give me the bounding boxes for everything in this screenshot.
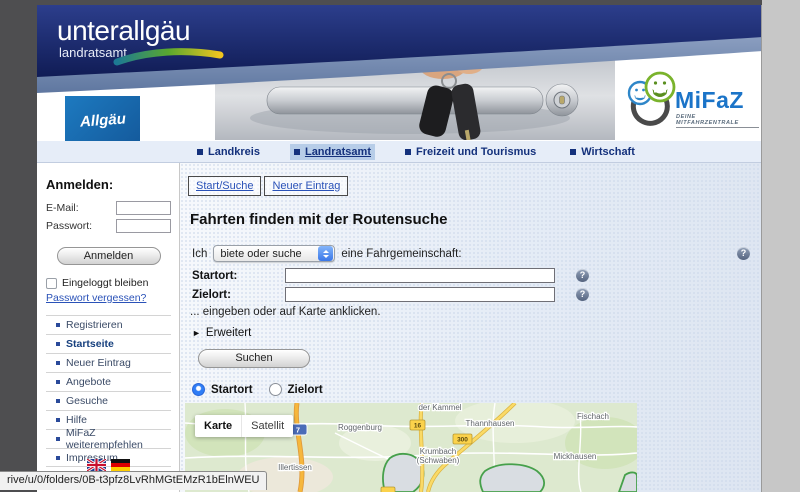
svg-text:7: 7 <box>296 426 300 435</box>
select-value: biete oder suche <box>214 248 318 260</box>
map-label-illertissen: Illertissen <box>278 463 312 472</box>
menu-bullet-icon <box>56 361 60 365</box>
menu-bullet-icon <box>56 437 60 441</box>
map-mode-radios: Startort Zielort <box>192 383 323 396</box>
offer-search-select[interactable]: biete oder suche <box>213 245 335 262</box>
select-stepper-icon <box>318 246 333 261</box>
menu-bullet-icon <box>56 399 60 403</box>
nav-bullet-icon <box>294 149 300 155</box>
zielort-help-icon[interactable]: ? <box>576 288 589 301</box>
expander-triangle-icon: ► <box>192 328 201 338</box>
sentence-prefix: Ich <box>192 248 207 260</box>
nav-item-landratsamt[interactable]: Landratsamt <box>290 144 375 160</box>
email-field[interactable] <box>116 201 171 215</box>
allgau-logo-label: Allgäu <box>79 110 126 130</box>
sidebar-item-angebote[interactable]: Angebote <box>46 372 171 391</box>
site-logo-title: unterallgäu <box>57 15 190 47</box>
search-button[interactable]: Suchen <box>198 349 310 368</box>
map-label-kammel: der Kammel <box>418 403 461 412</box>
mifaz-faces-icon <box>619 69 677 131</box>
route-300-shield-icon: 300 <box>453 434 472 444</box>
svg-text:300: 300 <box>457 437 468 444</box>
page-title: Fahrten finden mit der Routensuche <box>190 211 448 228</box>
tab-start-suche[interactable]: Start/Suche <box>188 176 261 196</box>
uk-flag-icon[interactable] <box>87 459 106 471</box>
tab-neuer-eintrag[interactable]: Neuer Eintrag <box>264 176 348 196</box>
sidebar-item-startseite[interactable]: Startseite <box>46 334 171 353</box>
stay-logged-in-label: Eingeloggt bleiben <box>62 277 148 289</box>
sentence-suffix: eine Fahrgemeinschaft: <box>341 248 461 260</box>
sidebar-menu: Registrieren Startseite Neuer Eintrag An… <box>46 315 171 467</box>
radio-zielort[interactable]: Zielort <box>269 383 323 396</box>
sidebar-item-gesuche[interactable]: Gesuche <box>46 391 171 410</box>
car-door-handle-photo <box>215 60 615 140</box>
nav-bullet-icon <box>405 149 411 155</box>
nav-item-freizeit-und-tourismus[interactable]: Freizeit und Tourismus <box>401 144 540 160</box>
map-label-roggenburg: Roggenburg <box>338 423 382 432</box>
map-label-krumbach-2: (Schwaben) <box>417 456 460 465</box>
mifaz-wordmark: MiFaZ <box>675 87 744 114</box>
forgot-password-link[interactable]: Passwort vergessen? <box>46 292 171 304</box>
sidebar-item-neuer-eintrag[interactable]: Neuer Eintrag <box>46 353 171 372</box>
route-16-shield-icon: 16 <box>410 420 425 430</box>
sidebar-item-mifaz-weiterempfehlen[interactable]: MiFaZ weiterempfehlen <box>46 429 171 448</box>
map-type-control: Karte Satellit <box>195 415 293 437</box>
map-satellit-button[interactable]: Satellit <box>241 415 293 437</box>
nav-bullet-icon <box>197 149 203 155</box>
radio-startort-icon <box>192 383 205 396</box>
content-tabs: Start/Suche Neuer Eintrag <box>188 176 348 196</box>
zielort-label: Zielort: <box>192 289 285 301</box>
menu-bullet-icon <box>56 342 60 346</box>
menu-bullet-icon <box>56 380 60 384</box>
main-content: Start/Suche Neuer Eintrag Fahrten finden… <box>180 163 762 492</box>
startort-input[interactable] <box>285 268 555 283</box>
logo-swoosh-graphic <box>113 46 225 68</box>
allgau-logo: Allgäu <box>65 96 140 144</box>
route-shield-icon <box>381 487 395 492</box>
mifaz-tagline: DEINE MITFAHRZENTRALE <box>676 114 759 128</box>
map-label-krumbach-1: Krumbach <box>420 447 456 456</box>
password-label: Passwort: <box>46 220 92 232</box>
email-label: E-Mail: <box>46 202 79 214</box>
map-karte-button[interactable]: Karte <box>195 415 241 437</box>
radio-startort[interactable]: Startort <box>192 383 253 396</box>
login-title: Anmelden: <box>46 177 171 192</box>
login-button[interactable]: Anmelden <box>57 247 161 265</box>
zielort-input[interactable] <box>285 287 555 302</box>
startort-help-icon[interactable]: ? <box>576 269 589 282</box>
radio-zielort-icon <box>269 383 282 396</box>
sidebar-item-registrieren[interactable]: Registrieren <box>46 315 171 334</box>
help-icon[interactable]: ? <box>737 247 750 260</box>
map-label-thannhausen: Thannhausen <box>466 419 515 428</box>
password-field[interactable] <box>116 219 171 233</box>
startort-label: Startort: <box>192 270 285 282</box>
mifaz-logo: MiFaZ DEINE MITFAHRZENTRALE <box>619 69 759 139</box>
menu-bullet-icon <box>56 323 60 327</box>
nav-bullet-icon <box>570 149 576 155</box>
stay-logged-in-checkbox[interactable] <box>46 278 57 289</box>
svg-text:16: 16 <box>414 423 422 430</box>
map-label-fischach: Fischach <box>577 412 609 421</box>
map-label-mickhausen: Mickhausen <box>554 452 597 461</box>
menu-bullet-icon <box>56 418 60 422</box>
desktop-screen: unterallgäu landratsamt Allgäu <box>0 0 800 492</box>
browser-page: unterallgäu landratsamt Allgäu <box>37 5 762 492</box>
erweitert-expander[interactable]: ► Erweitert <box>192 327 251 339</box>
status-bar-url: rive/u/0/folders/0B-t3pfz8LvRhMGtEMzR1bE… <box>0 471 267 490</box>
german-flag-icon[interactable] <box>111 459 130 471</box>
main-navigation: Landkreis Landratsamt Freizeit und Touri… <box>37 141 762 163</box>
desktop-background <box>762 0 800 492</box>
map-hint-text: ... eingeben oder auf Karte anklicken. <box>190 306 381 318</box>
nav-item-wirtschaft[interactable]: Wirtschaft <box>566 144 639 160</box>
nav-item-landkreis[interactable]: Landkreis <box>193 144 264 160</box>
sidebar: Anmelden: E-Mail: Passwort: Anmelden Ein… <box>37 163 180 492</box>
